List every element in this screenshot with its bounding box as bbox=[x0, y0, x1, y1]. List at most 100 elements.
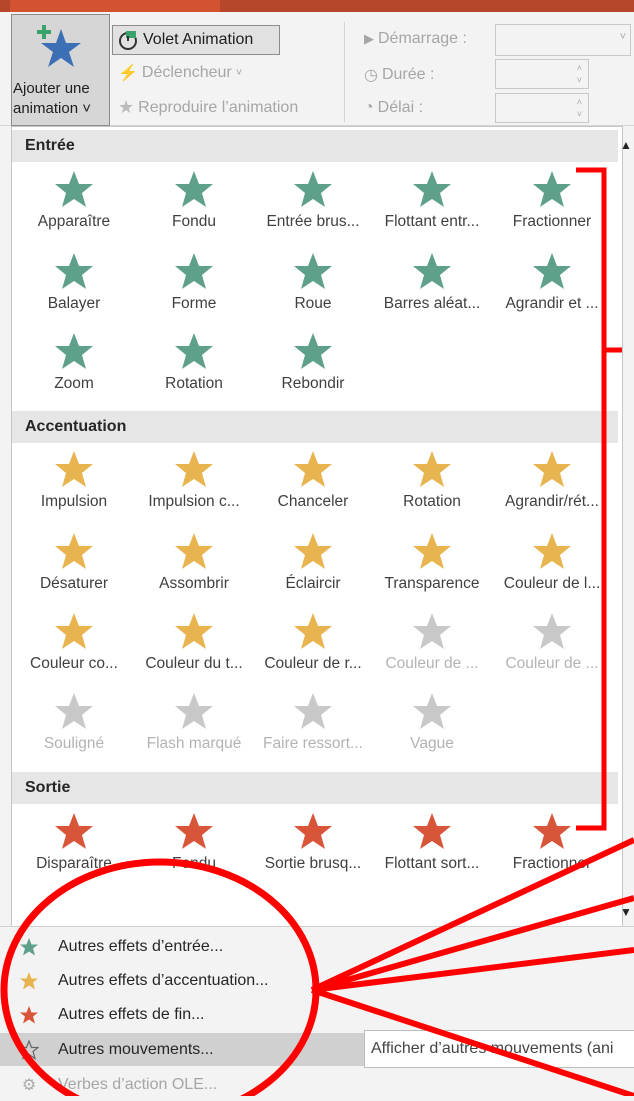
effect-item[interactable]: Faire ressort... bbox=[254, 691, 372, 753]
effect-item-label: Couleur de l... bbox=[503, 575, 601, 592]
effect-star-icon bbox=[413, 613, 451, 649]
effect-item[interactable]: Balayer bbox=[15, 251, 133, 313]
delay-spinner[interactable]: ˄ ˅ bbox=[495, 93, 589, 123]
effect-item-label: Agrandir/rét... bbox=[505, 493, 599, 510]
effect-item[interactable]: Zoom bbox=[15, 331, 133, 393]
ribbon-separator bbox=[344, 22, 345, 122]
effect-item[interactable]: Rotation bbox=[373, 449, 491, 511]
effect-item[interactable]: Fractionner bbox=[493, 811, 611, 873]
effect-item[interactable]: Couleur du t... bbox=[135, 611, 253, 673]
chevron-down-icon: ˅ bbox=[235, 67, 243, 79]
effect-star-icon bbox=[55, 451, 93, 487]
entrance-star-icon bbox=[0, 937, 58, 957]
effect-item[interactable]: Sortie brusq... bbox=[254, 811, 372, 873]
animation-pane-icon bbox=[119, 31, 137, 50]
title-bar bbox=[0, 0, 634, 12]
effect-item[interactable]: Fractionner bbox=[493, 169, 611, 231]
effect-item[interactable]: Couleur de l... bbox=[493, 531, 611, 593]
effect-item[interactable]: Agrandir/rét... bbox=[493, 449, 611, 511]
effect-item[interactable]: Transparence bbox=[373, 531, 491, 593]
effect-item-label: Couleur de ... bbox=[385, 655, 479, 672]
effect-item[interactable]: Impulsion c... bbox=[135, 449, 253, 511]
clock-icon: ◷ bbox=[364, 67, 378, 84]
effect-item[interactable]: Couleur de ... bbox=[493, 611, 611, 673]
effect-item[interactable]: Apparaître bbox=[15, 169, 133, 231]
start-dropdown[interactable]: ˅ bbox=[495, 24, 631, 56]
effect-item[interactable]: Souligné bbox=[15, 691, 133, 753]
effect-star-icon bbox=[175, 451, 213, 487]
effect-item[interactable]: Fondu bbox=[135, 169, 253, 231]
animation-pane-button[interactable]: Volet Animation bbox=[112, 25, 280, 55]
effect-item-label: Désaturer bbox=[39, 575, 109, 592]
effect-star-icon bbox=[413, 693, 451, 729]
effect-item-label: Fondu bbox=[172, 855, 216, 872]
add-animation-button[interactable]: Ajouter une animation ˅ bbox=[11, 14, 110, 126]
effect-item[interactable]: Forme bbox=[135, 251, 253, 313]
effect-item-label: Impulsion bbox=[40, 493, 108, 510]
effect-item[interactable]: Couleur de r... bbox=[254, 611, 372, 673]
effect-item[interactable]: Disparaître bbox=[15, 811, 133, 873]
menu-ole-verbs-label: Verbes d’action OLE... bbox=[58, 1075, 218, 1093]
effect-item[interactable]: Barres aléat... bbox=[373, 251, 491, 313]
menu-more-exit-label: Autres effets de fin... bbox=[58, 1005, 205, 1023]
effect-item[interactable]: Flash marqué bbox=[135, 691, 253, 753]
effect-item[interactable]: Rebondir bbox=[254, 331, 372, 393]
effect-item[interactable]: Désaturer bbox=[15, 531, 133, 593]
play-icon: ▶ bbox=[364, 31, 374, 46]
effect-star-icon bbox=[533, 533, 571, 569]
add-star-icon bbox=[37, 25, 81, 67]
effect-item-label: Sortie brusq... bbox=[264, 855, 362, 872]
effect-star-icon bbox=[533, 451, 571, 487]
add-animation-line2: animation ˅ bbox=[13, 100, 91, 117]
effect-star-icon bbox=[55, 333, 93, 369]
effect-item-label: Assombrir bbox=[159, 575, 229, 592]
effect-item-label: Chanceler bbox=[277, 493, 349, 510]
effect-item[interactable]: Entrée brus... bbox=[254, 169, 372, 231]
scroll-up-arrow[interactable]: ▲ bbox=[620, 138, 632, 152]
trigger-button[interactable]: ⚡ Déclencheur ˅ bbox=[118, 63, 242, 83]
effect-star-icon bbox=[413, 171, 451, 207]
duration-label: Durée : bbox=[381, 66, 435, 83]
effect-item[interactable]: Flottant entr... bbox=[373, 169, 491, 231]
effect-star-icon bbox=[175, 693, 213, 729]
menu-more-exit[interactable]: Autres effets de fin... bbox=[0, 998, 634, 1031]
effect-item-label: Barres aléat... bbox=[383, 295, 481, 312]
active-tab-strip bbox=[10, 0, 220, 12]
effect-item-label: Couleur du t... bbox=[145, 655, 243, 672]
spinner-arrows-icon: ˄ ˅ bbox=[576, 63, 582, 85]
effect-star-icon bbox=[413, 813, 451, 849]
duration-spinner[interactable]: ˄ ˅ bbox=[495, 59, 589, 89]
effect-item[interactable]: Rotation bbox=[135, 331, 253, 393]
effect-item-label: Forme bbox=[171, 295, 217, 312]
menu-more-entrance[interactable]: Autres effets d’entrée... bbox=[0, 930, 634, 963]
effect-item[interactable]: Agrandir et ... bbox=[493, 251, 611, 313]
effect-item-label: Apparaître bbox=[37, 213, 111, 230]
effect-star-icon bbox=[55, 533, 93, 569]
effect-item[interactable]: Chanceler bbox=[254, 449, 372, 511]
effect-item-label: Faire ressort... bbox=[263, 735, 363, 752]
effect-item[interactable]: Impulsion bbox=[15, 449, 133, 511]
effect-item[interactable]: Fondu bbox=[135, 811, 253, 873]
effect-item-label: Couleur de ... bbox=[505, 655, 599, 672]
animation-pane-label: Volet Animation bbox=[143, 31, 254, 48]
effect-item[interactable]: Couleur co... bbox=[15, 611, 133, 673]
animation-painter-button[interactable]: ★ Reproduire l’animation bbox=[118, 97, 298, 118]
menu-more-emphasis[interactable]: Autres effets d’accentuation... bbox=[0, 964, 634, 997]
effect-star-icon bbox=[294, 533, 332, 569]
effect-star-icon bbox=[294, 613, 332, 649]
effect-item[interactable]: Couleur de ... bbox=[373, 611, 491, 673]
effect-item[interactable]: Roue bbox=[254, 251, 372, 313]
effect-item[interactable]: Flottant sort... bbox=[373, 811, 491, 873]
effect-item[interactable]: Vague bbox=[373, 691, 491, 753]
effect-star-icon bbox=[533, 253, 571, 289]
effect-item[interactable]: Assombrir bbox=[135, 531, 253, 593]
scroll-down-arrow[interactable]: ▼ bbox=[620, 905, 632, 919]
effect-star-icon bbox=[175, 253, 213, 289]
start-label: Démarrage : bbox=[378, 30, 467, 47]
menu-ole-verbs[interactable]: ⚙ Verbes d’action OLE... bbox=[0, 1068, 634, 1101]
effect-item-label: Transparence bbox=[384, 575, 480, 592]
effect-item-label: Rebondir bbox=[281, 375, 345, 392]
effect-item[interactable]: Éclaircir bbox=[254, 531, 372, 593]
effect-star-icon bbox=[294, 333, 332, 369]
effect-star-icon bbox=[294, 451, 332, 487]
